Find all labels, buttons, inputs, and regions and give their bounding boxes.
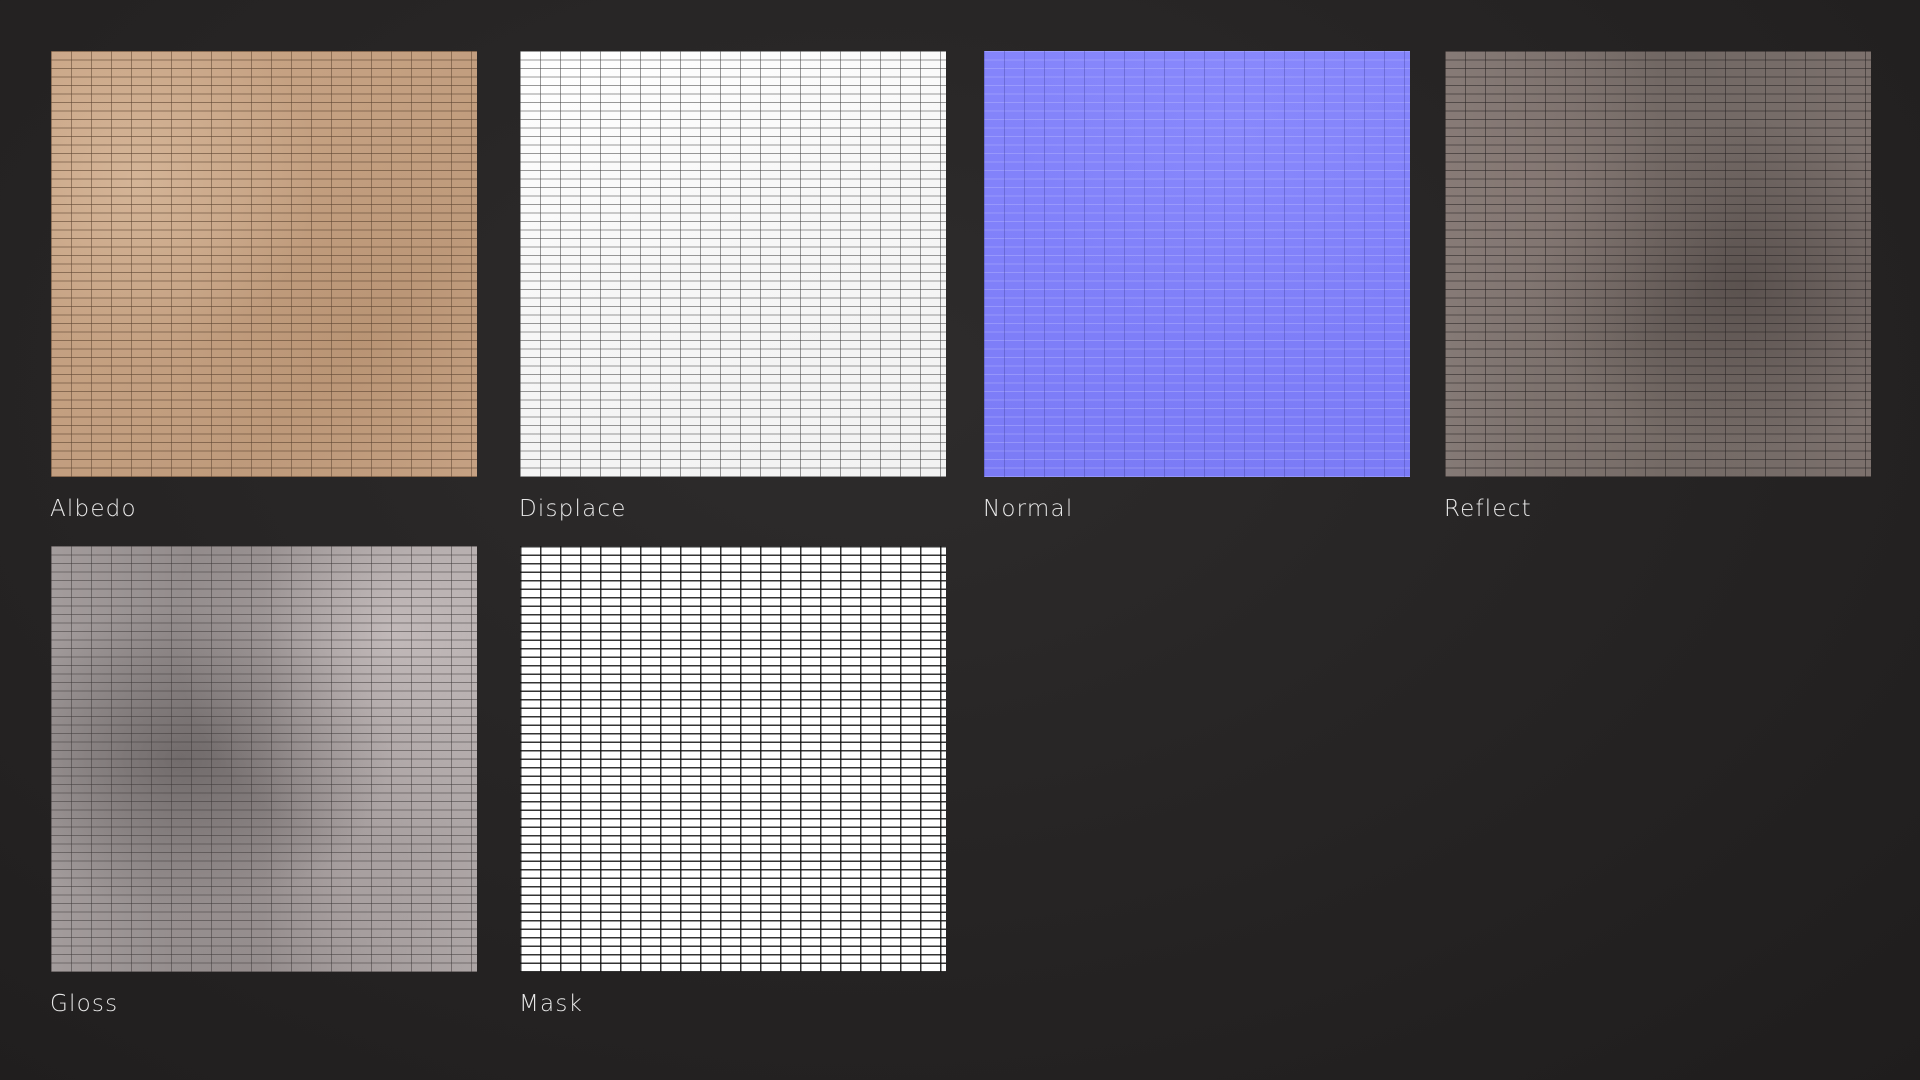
- map-tile-normal[interactable]: Normal: [983, 51, 1410, 522]
- map-tile-gloss[interactable]: Gloss: [50, 546, 477, 1017]
- map-label-mask: Mask: [519, 991, 584, 1017]
- map-label-gloss: Gloss: [50, 991, 119, 1017]
- map-tile-albedo[interactable]: Albedo: [50, 51, 477, 522]
- displace-map-preview[interactable]: [520, 51, 946, 477]
- map-label-reflect: Reflect: [1444, 496, 1532, 522]
- map-tile-reflect[interactable]: Reflect: [1444, 51, 1871, 522]
- map-label-normal: Normal: [983, 496, 1074, 522]
- albedo-map-preview[interactable]: [51, 51, 477, 477]
- mask-map-preview[interactable]: [520, 546, 946, 972]
- map-tile-mask[interactable]: Mask: [519, 546, 946, 1017]
- map-label-displace: Displace: [519, 496, 627, 522]
- normal-map-preview[interactable]: [984, 51, 1410, 477]
- map-tile-displace[interactable]: Displace: [519, 51, 946, 522]
- gloss-map-preview[interactable]: [51, 546, 477, 972]
- reflect-map-preview[interactable]: [1445, 51, 1871, 477]
- map-label-albedo: Albedo: [50, 496, 137, 522]
